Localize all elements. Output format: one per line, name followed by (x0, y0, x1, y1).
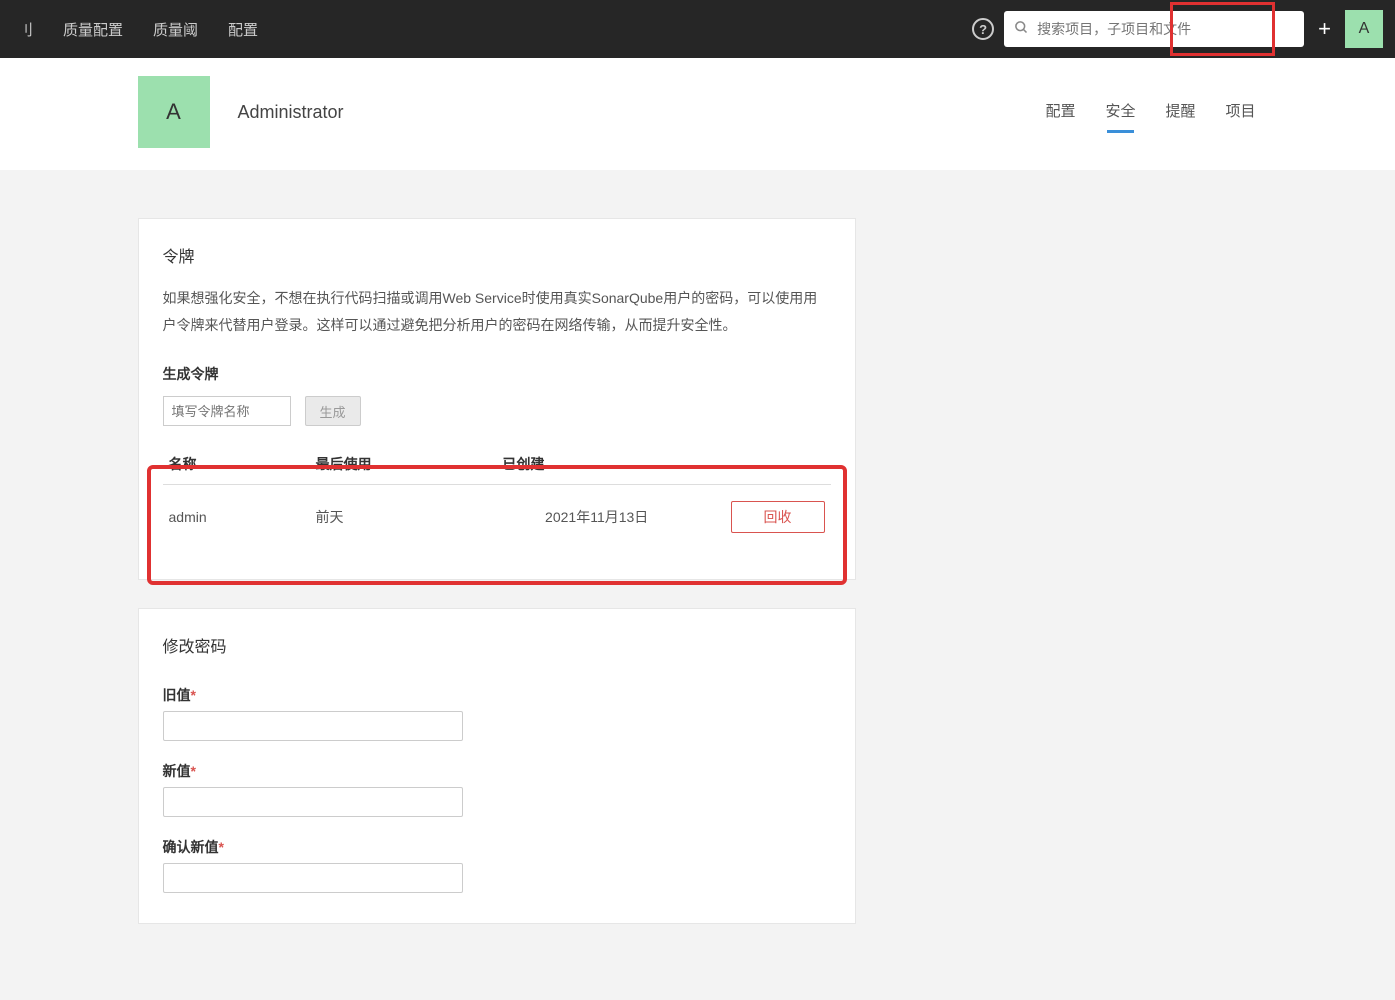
nav-item-admin[interactable]: 配置 (222, 15, 264, 44)
tab-projects[interactable]: 项目 (1223, 94, 1257, 131)
confirm-password-input[interactable] (163, 863, 463, 893)
profile-tabs: 配置 安全 提醒 项目 (1043, 94, 1257, 131)
token-created-cell: 2021年11月13日 (496, 485, 696, 550)
col-created: 已创建 (496, 444, 696, 485)
nav-item-quality-profiles[interactable]: 质量配置 (57, 15, 129, 44)
nav-item-0[interactable]: 刂 (12, 15, 39, 44)
nav-item-quality-gates[interactable]: 质量阈 (147, 15, 204, 44)
tab-notifications[interactable]: 提醒 (1163, 94, 1197, 131)
new-password-input[interactable] (163, 787, 463, 817)
tab-security[interactable]: 安全 (1103, 94, 1137, 131)
tab-profile[interactable]: 配置 (1043, 94, 1077, 131)
global-search[interactable] (1004, 11, 1304, 47)
old-password-input[interactable] (163, 711, 463, 741)
profile-avatar: A (138, 76, 210, 148)
generate-button[interactable]: 生成 (305, 396, 361, 426)
tokens-table: 名称 最后使用 已创建 admin 前天 2021年11月13日 回收 (163, 444, 831, 549)
plus-icon[interactable]: + (1314, 16, 1335, 42)
confirm-password-label: 确认新值* (163, 837, 831, 857)
help-icon[interactable]: ? (972, 18, 994, 40)
profile-header: A Administrator 配置 安全 提醒 项目 (0, 58, 1395, 170)
tokens-panel: 令牌 如果想强化安全，不想在执行代码扫描或调用Web Service时使用真实S… (138, 218, 856, 580)
change-password-panel: 修改密码 旧值* 新值* 确认新值* (138, 608, 856, 924)
change-password-title: 修改密码 (163, 633, 831, 657)
revoke-button[interactable]: 回收 (731, 501, 825, 533)
top-navbar: 刂 质量配置 质量阈 配置 ? + A (0, 0, 1395, 58)
col-last-used: 最后使用 (309, 444, 496, 485)
tokens-description: 如果想强化安全，不想在执行代码扫描或调用Web Service时使用真实Sona… (163, 285, 831, 338)
new-password-label: 新值* (163, 761, 831, 781)
search-input[interactable] (1037, 21, 1294, 37)
tokens-title: 令牌 (163, 243, 831, 267)
col-name: 名称 (163, 444, 310, 485)
search-icon (1014, 20, 1029, 38)
avatar[interactable]: A (1345, 10, 1383, 48)
token-name-cell: admin (163, 485, 310, 550)
generate-token-label: 生成令牌 (163, 364, 831, 384)
token-lastused-cell: 前天 (309, 485, 496, 550)
old-password-label: 旧值* (163, 685, 831, 705)
token-name-input[interactable] (163, 396, 291, 426)
table-row: admin 前天 2021年11月13日 回收 (163, 485, 831, 550)
profile-name: Administrator (238, 102, 344, 123)
